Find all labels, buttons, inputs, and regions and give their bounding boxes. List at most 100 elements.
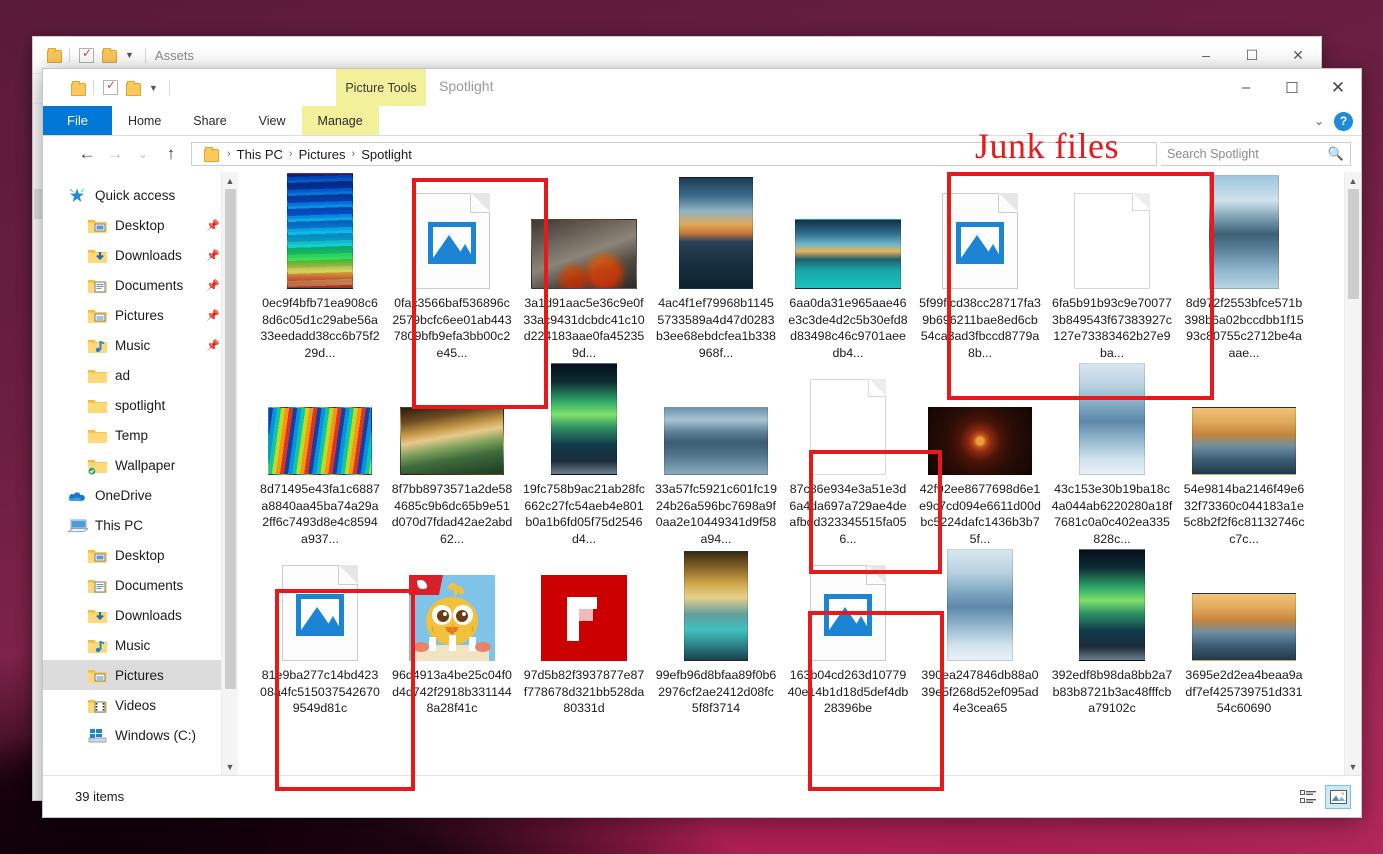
file-item[interactable]: 43c153e30b19ba18c4a044ab6220280a18f7681c…	[1046, 362, 1178, 548]
sidebar-item-spotlight[interactable]: spotlight	[43, 390, 238, 420]
file-item[interactable]: 6aa0da31e965aae46e3c3de4d2c5b30efd8d8349…	[782, 176, 914, 362]
sidebar-item-videos[interactable]: Videos	[43, 690, 238, 720]
chevron-up-icon[interactable]: ▲	[1345, 172, 1361, 189]
breadcrumb-pictures[interactable]: Pictures	[299, 147, 346, 162]
chevron-down-icon[interactable]: ▼	[222, 758, 238, 775]
up-arrow-icon[interactable]: ↑	[159, 144, 183, 164]
sidebar-item-this-pc[interactable]: This PC	[43, 510, 238, 540]
sidebar-item-ad[interactable]: ad	[43, 360, 238, 390]
pin-icon[interactable]: 📌	[206, 279, 220, 292]
help-icon[interactable]: ?	[1334, 112, 1353, 131]
navigation-scrollbar-thumb[interactable]	[225, 189, 236, 689]
tab-share[interactable]: Share	[177, 106, 242, 135]
content-scrollbar[interactable]: ▲ ▼	[1344, 172, 1361, 775]
file-thumbnail[interactable]	[541, 556, 627, 661]
file-thumbnail[interactable]	[810, 556, 886, 661]
file-item[interactable]: 8d972f2553bfce571b398b6a02bccdbb1f1593c8…	[1178, 176, 1310, 362]
file-thumbnail[interactable]	[795, 184, 901, 289]
file-item[interactable]: 54e9814ba2146f49e632f73360c044183a1e5c8b…	[1178, 362, 1310, 548]
file-thumbnail[interactable]	[1192, 556, 1296, 661]
chevron-down-icon[interactable]: ⌄	[131, 147, 155, 161]
file-item[interactable]: 0fac3566baf536896c2579bcfc6ee01ab4437809…	[386, 176, 518, 362]
sidebar-item-music[interactable]: Music📌	[43, 330, 238, 360]
pin-icon[interactable]: 📌	[206, 249, 220, 262]
sidebar-item-documents[interactable]: Documents📌	[43, 270, 238, 300]
ribbon-tab-bar[interactable]: File Home Share View Manage ⌄ ?	[43, 106, 1361, 136]
navigation-pane[interactable]: Quick accessDesktop📌Downloads📌Documents📌…	[43, 172, 238, 775]
file-item[interactable]: 0ec9f4bfb71ea908c68d6c05d1c29abe56a33eed…	[254, 176, 386, 362]
file-thumbnail[interactable]	[1079, 556, 1145, 661]
file-item[interactable]: 97d5b82f3937877e87f778678d321bb528da8033…	[518, 548, 650, 734]
explorer-window[interactable]: ▼ Picture Tools Spotlight – ☐ ✕ File Hom…	[42, 68, 1362, 818]
pin-icon[interactable]: 📌	[206, 339, 220, 352]
address-bar[interactable]: ← → ⌄ ↑ › This PC › Pictures › Spotlight…	[43, 136, 1361, 172]
file-item[interactable]: 42f92ee8677698d6e1e9c7cd094e6611d00dbc52…	[914, 362, 1046, 548]
folder-icon[interactable]	[126, 81, 139, 95]
file-thumbnail[interactable]	[414, 184, 490, 289]
file-thumbnail[interactable]	[268, 370, 372, 475]
minimize-button[interactable]: –	[1223, 69, 1269, 106]
tab-home[interactable]: Home	[112, 106, 177, 135]
sidebar-item-windows-c[interactable]: Windows (C:)	[43, 720, 238, 750]
file-thumbnail[interactable]	[531, 184, 637, 289]
breadcrumb-spotlight[interactable]: Spotlight	[361, 147, 412, 162]
file-thumbnail[interactable]	[1079, 370, 1145, 475]
file-thumbnail[interactable]	[551, 370, 617, 475]
forward-arrow-icon[interactable]: →	[103, 144, 127, 164]
file-item[interactable]: 390ea247846db88a039e5f268d52ef095ad4e3ce…	[914, 548, 1046, 734]
check-box-icon[interactable]	[79, 48, 94, 63]
tab-manage[interactable]: Manage	[302, 106, 379, 135]
folder-icon[interactable]	[47, 48, 60, 62]
search-input[interactable]: Search Spotlight 🔍	[1161, 142, 1351, 166]
sidebar-item-temp[interactable]: Temp	[43, 420, 238, 450]
file-thumbnail[interactable]	[400, 370, 504, 475]
sidebar-item-quick-access[interactable]: Quick access	[43, 180, 238, 210]
file-thumbnail[interactable]	[1074, 184, 1150, 289]
sidebar-item-desktop[interactable]: Desktop	[43, 540, 238, 570]
search-icon[interactable]: 🔍	[1328, 146, 1344, 162]
content-scrollbar-thumb[interactable]	[1348, 189, 1359, 299]
file-item[interactable]: 392edf8b98da8bb2a7b83b8721b3ac48fffcba79…	[1046, 548, 1178, 734]
file-item[interactable]: 5f99ffcd38cc28717fa39b696211bae8ed6cb54c…	[914, 176, 1046, 362]
ribbon-right-controls[interactable]: ⌄ ?	[1314, 106, 1353, 136]
maximize-button[interactable]: ☐	[1269, 69, 1315, 106]
window-controls[interactable]: – ☐ ✕	[1223, 69, 1361, 106]
sidebar-item-desktop[interactable]: Desktop📌	[43, 210, 238, 240]
chevron-down-icon[interactable]: ▼	[125, 50, 134, 60]
chevron-down-icon[interactable]: ▼	[149, 83, 158, 93]
file-item[interactable]: 19fc758b9ac21ab28fc662c27fc54aeb4e801b0a…	[518, 362, 650, 548]
file-thumbnail[interactable]	[947, 556, 1013, 661]
pin-icon[interactable]: 📌	[206, 309, 220, 322]
file-thumbnail[interactable]	[942, 184, 1018, 289]
file-item[interactable]: 4ac4f1ef79968b11455733589a4d47d0283b3ee6…	[650, 176, 782, 362]
sidebar-item-downloads[interactable]: Downloads	[43, 600, 238, 630]
chevron-down-icon[interactable]: ⌄	[1314, 114, 1324, 128]
file-thumbnail[interactable]	[1209, 184, 1279, 289]
back-arrow-icon[interactable]: ←	[75, 144, 99, 164]
folder-icon[interactable]	[71, 81, 84, 95]
file-thumbnail[interactable]	[409, 556, 495, 661]
quick-access-toolbar[interactable]: ▼ Picture Tools Spotlight – ☐ ✕	[43, 69, 1361, 106]
file-thumbnail[interactable]	[287, 184, 353, 289]
picture-tools-tab-group[interactable]: Picture Tools	[336, 69, 426, 106]
sidebar-item-pictures[interactable]: Pictures	[43, 660, 238, 690]
sidebar-item-music[interactable]: Music	[43, 630, 238, 660]
file-thumbnail[interactable]	[928, 370, 1032, 475]
file-thumbnail[interactable]	[679, 184, 753, 289]
file-thumbnail[interactable]	[1192, 370, 1296, 475]
file-item[interactable]: 8f7bb8973571a2de584685c9b6dc65b9e51d070d…	[386, 362, 518, 548]
sidebar-item-documents[interactable]: Documents	[43, 570, 238, 600]
file-thumbnail[interactable]	[282, 556, 358, 661]
chevron-up-icon[interactable]: ▲	[222, 172, 238, 189]
file-item[interactable]: 3695e2d2ea4beaa9adf7ef425739751d33154c60…	[1178, 548, 1310, 734]
file-item[interactable]: 99efb96d8bfaa89f0b62976cf2ae2412d08fc5f8…	[650, 548, 782, 734]
sidebar-item-downloads[interactable]: Downloads📌	[43, 240, 238, 270]
details-view-button[interactable]	[1295, 785, 1321, 809]
file-thumbnail[interactable]	[664, 370, 768, 475]
file-item[interactable]: 81e9ba277c14bd42308a4fc5150375426709549d…	[254, 548, 386, 734]
file-grid[interactable]: 0ec9f4bfb71ea908c68d6c05d1c29abe56a33eed…	[254, 176, 1327, 734]
breadcrumb-this-pc[interactable]: This PC	[237, 147, 283, 162]
file-item[interactable]: 163b04cd263d1077940e14b1d18d5def4db28396…	[782, 548, 914, 734]
close-button[interactable]: ✕	[1315, 69, 1361, 106]
file-item[interactable]: 8d71495e43fa1c6887a8840aa45ba74a29a2ff6c…	[254, 362, 386, 548]
